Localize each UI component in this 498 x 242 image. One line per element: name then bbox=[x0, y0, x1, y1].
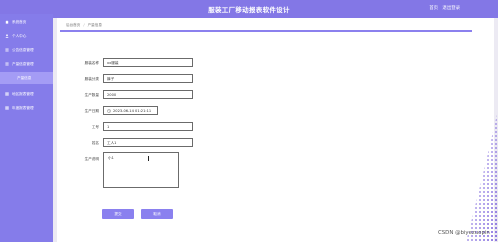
sidebar-item-label: 年度报表管理 bbox=[12, 106, 34, 110]
breadcrumb-home[interactable]: 后台首页 bbox=[66, 23, 80, 27]
sidebar-item-output-manage[interactable]: 产量信息管理 bbox=[0, 58, 53, 70]
quantity-input[interactable]: 2000 bbox=[103, 90, 193, 99]
employee-name-input[interactable]: 工人1 bbox=[103, 138, 193, 147]
cancel-button[interactable]: 取消 bbox=[141, 209, 173, 219]
grid-icon bbox=[5, 92, 9, 96]
sidebar-item-label: 系统首页 bbox=[12, 20, 27, 24]
field-label: 服装分类 bbox=[84, 77, 99, 81]
production-date-input[interactable]: 2023-06-14 01:21:11 bbox=[103, 106, 158, 115]
home-link[interactable]: 首页 bbox=[429, 6, 438, 11]
breadcrumb-current: 产量信息 bbox=[87, 23, 102, 27]
sidebar: 系统首页 个人中心 公告信息管理 产量信息管理 产量信息 地区报表管理 年度报表… bbox=[0, 14, 53, 242]
sidebar-item-profile[interactable]: 个人中心 bbox=[0, 30, 53, 42]
field-label: 生产数量 bbox=[84, 93, 99, 97]
field-label: 生产说明 bbox=[84, 157, 99, 161]
field-label: 服装名称 bbox=[84, 61, 99, 65]
sidebar-item-home[interactable]: 系统首页 bbox=[0, 16, 53, 28]
user-icon bbox=[5, 34, 9, 38]
text-cursor bbox=[148, 156, 149, 161]
sidebar-item-label: 个人中心 bbox=[12, 34, 27, 38]
top-bar: 服装工厂移动报表软件设计 首页 退出登录 bbox=[0, 0, 498, 18]
sidebar-item-label: 产量信息 bbox=[17, 76, 32, 80]
breadcrumb: 后台首页 / 产量信息 bbox=[60, 19, 472, 32]
grid-icon bbox=[5, 106, 9, 110]
sidebar-item-label: 产量信息管理 bbox=[12, 62, 34, 66]
sidebar-item-label: 地区报表管理 bbox=[12, 92, 34, 96]
sidebar-item-notices[interactable]: 公告信息管理 bbox=[0, 44, 53, 56]
top-links: 首页 退出登录 bbox=[426, 5, 460, 11]
field-label: 生产日期 bbox=[84, 109, 99, 113]
garment-category-input[interactable]: 裤子 bbox=[103, 74, 193, 83]
field-label: 工号 bbox=[91, 125, 99, 129]
breadcrumb-separator: / bbox=[83, 23, 85, 27]
field-label: 姓名 bbox=[91, 141, 99, 145]
clock-icon bbox=[107, 108, 111, 113]
sidebar-item-output[interactable]: 产量信息 bbox=[0, 72, 53, 84]
app-title: 服装工厂移动报表软件设计 bbox=[208, 6, 290, 14]
sidebar-item-annual-report[interactable]: 年度报表管理 bbox=[0, 102, 53, 114]
production-notes-value: 小1 bbox=[108, 156, 114, 160]
menu-icon bbox=[5, 48, 9, 52]
production-date-value: 2023-06-14 01:21:11 bbox=[113, 109, 152, 113]
decorative-dot-pattern bbox=[466, 110, 498, 242]
submit-button[interactable]: 提交 bbox=[102, 209, 134, 219]
menu-icon bbox=[5, 62, 9, 66]
watermark: CSDN @biyezuopin bbox=[438, 230, 490, 236]
logout-link[interactable]: 退出登录 bbox=[442, 6, 460, 11]
home-icon bbox=[5, 20, 9, 24]
employee-id-input[interactable]: 1 bbox=[103, 122, 193, 131]
garment-name-input[interactable]: xx服装 bbox=[103, 58, 193, 67]
production-notes-textarea[interactable]: 小1 bbox=[103, 152, 179, 188]
sidebar-item-region-report[interactable]: 地区报表管理 bbox=[0, 88, 53, 100]
sidebar-item-label: 公告信息管理 bbox=[12, 48, 34, 52]
